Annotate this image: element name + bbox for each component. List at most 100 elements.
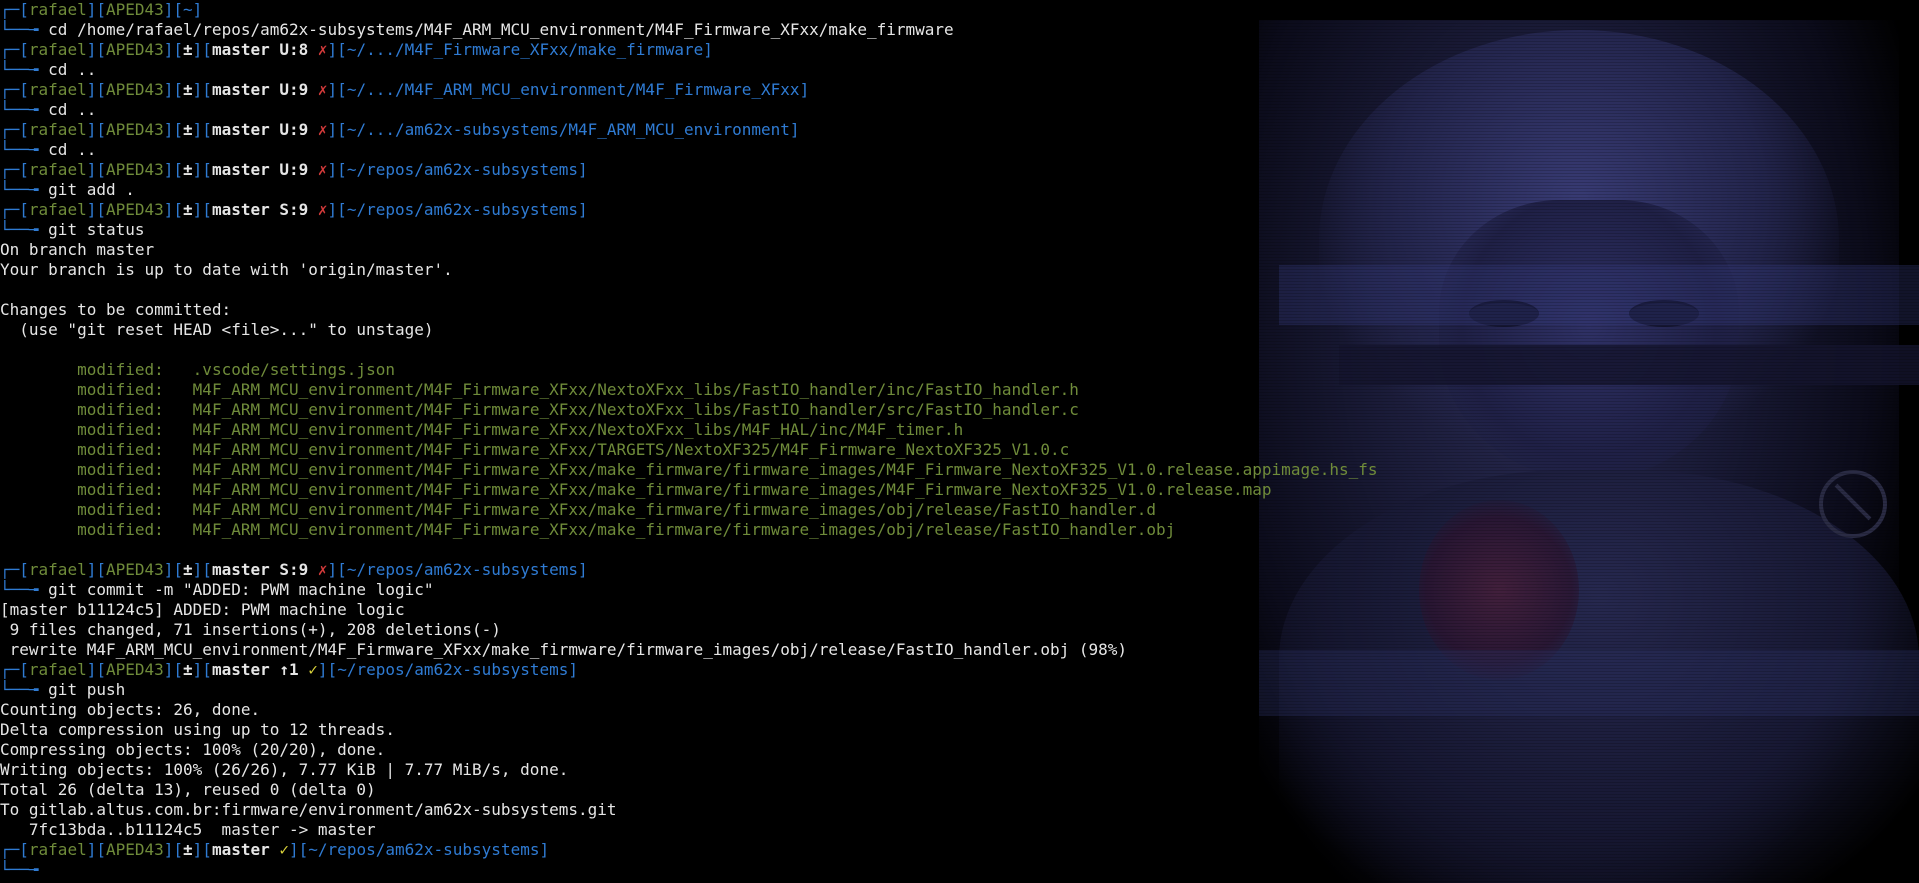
prompt-line: ┌─[rafael][APED43][±][master U:9 ✗][~/..…	[0, 120, 1919, 140]
bracket: [	[19, 560, 29, 579]
terminal-window[interactable]: ┌─[rafael][APED43][~] └──╼ cd /home/rafae…	[0, 0, 1919, 883]
prompt-host: APED43	[105, 200, 164, 219]
output-text: On branch master	[0, 240, 155, 259]
command-text: cd ..	[48, 100, 97, 119]
command-text: git push	[48, 680, 126, 699]
output-line: To gitlab.altus.com.br:firmware/environm…	[0, 800, 1919, 820]
prompt-vcs-indicator: ±	[183, 120, 193, 139]
prompt-corner: ┌─	[0, 840, 20, 859]
modified-label: modified:	[77, 520, 164, 539]
bracket: ][	[163, 80, 184, 99]
prompt-corner: ┌─	[0, 160, 20, 179]
bracket: ][	[327, 160, 347, 179]
prompt-arrow: └──╼	[0, 680, 49, 699]
prompt-line: ┌─[rafael][APED43][±][master S:9 ✗][~/re…	[0, 560, 1919, 580]
prompt-path: ~/repos/am62x-subsystems	[308, 840, 540, 859]
prompt-branch: master S:9	[211, 200, 309, 219]
bracket: ][	[192, 160, 212, 179]
output-line: [master b11124c5] ADDED: PWM machine log…	[0, 600, 1919, 620]
prompt-path: ~/repos/am62x-subsystems	[337, 660, 569, 679]
modified-label: modified:	[77, 400, 164, 419]
prompt-arrow: └──╼	[0, 180, 49, 199]
terminal-output[interactable]: ┌─[rafael][APED43][~] └──╼ cd /home/rafae…	[0, 0, 1919, 883]
output-text: Writing objects: 100% (26/26), 7.77 KiB …	[0, 760, 569, 779]
bracket: ][	[192, 200, 212, 219]
bracket: ][	[163, 200, 184, 219]
bracket: ][	[86, 80, 106, 99]
modified-file-line: modified: M4F_ARM_MCU_environment/M4F_Fi…	[0, 420, 1919, 440]
bracket: ]	[192, 0, 203, 19]
modified-file: M4F_ARM_MCU_environment/M4F_Firmware_XFx…	[192, 500, 1156, 519]
bracket: ][	[163, 160, 184, 179]
command-text: git add .	[48, 180, 135, 199]
prompt-path: ~/repos/am62x-subsystems	[346, 160, 578, 179]
modified-file-line: modified: M4F_ARM_MCU_environment/M4F_Fi…	[0, 380, 1919, 400]
prompt-user: rafael	[28, 660, 87, 679]
output-text: [master b11124c5] ADDED: PWM machine log…	[0, 600, 405, 619]
modified-file: M4F_ARM_MCU_environment/M4F_Firmware_XFx…	[192, 520, 1176, 539]
output-line: 9 files changed, 71 insertions(+), 208 d…	[0, 620, 1919, 640]
modified-file-line: modified: M4F_ARM_MCU_environment/M4F_Fi…	[0, 520, 1919, 540]
bracket: ][	[86, 40, 106, 59]
bracket: [	[19, 200, 29, 219]
prompt-branch: master U:9	[211, 120, 309, 139]
modified-file: M4F_ARM_MCU_environment/M4F_Firmware_XFx…	[192, 420, 964, 439]
command-line: └──╼ git commit -m "ADDED: PWM machine l…	[0, 580, 1919, 600]
prompt-arrow: └──╼	[0, 60, 49, 79]
bracket: [	[19, 840, 29, 859]
bracket: ][	[317, 660, 338, 679]
command-line: └──╼ git add .	[0, 180, 1919, 200]
output-line: Your branch is up to date with 'origin/m…	[0, 260, 1919, 280]
bracket: ][	[192, 120, 212, 139]
prompt-line: ┌─[rafael][APED43][±][master U:9 ✗][~/..…	[0, 80, 1919, 100]
output-line: Total 26 (delta 13), reused 0 (delta 0)	[0, 780, 1919, 800]
bracket: ]	[799, 80, 810, 99]
command-text: cd /home/rafael/repos/am62x-subsystems/M…	[48, 20, 954, 39]
prompt-arrow: └──╼	[0, 140, 49, 159]
output-line: rewrite M4F_ARM_MCU_environment/M4F_Firm…	[0, 640, 1919, 660]
cross-icon: ✗	[317, 80, 328, 99]
bracket: ][	[86, 0, 106, 19]
bracket: ]	[578, 560, 588, 579]
command-text: cd ..	[48, 60, 97, 79]
bracket: [	[19, 160, 29, 179]
bracket: ][	[163, 0, 184, 19]
prompt-vcs-indicator: ±	[183, 160, 193, 179]
prompt-path: ~/.../M4F_Firmware_XFxx/make_firmware	[346, 40, 704, 59]
cross-icon: ✗	[317, 160, 328, 179]
output-line: On branch master	[0, 240, 1919, 260]
output-text: Counting objects: 26, done.	[0, 700, 261, 719]
prompt-vcs-indicator: ±	[183, 560, 193, 579]
bracket: ][	[163, 840, 184, 859]
modified-label: modified:	[77, 360, 164, 379]
check-icon: ✓	[279, 840, 290, 859]
bracket: ][	[163, 40, 184, 59]
command-text: git commit -m "ADDED: PWM machine logic"	[48, 580, 434, 599]
bracket: ]	[539, 840, 550, 859]
modified-label: modified:	[77, 440, 164, 459]
prompt-corner: ┌─	[0, 120, 20, 139]
prompt-path: ~/repos/am62x-subsystems	[346, 200, 578, 219]
prompt-line: ┌─[rafael][APED43][±][master ✓][~/repos/…	[0, 840, 1919, 860]
output-line: Counting objects: 26, done.	[0, 700, 1919, 720]
bracket: ][	[327, 120, 347, 139]
bracket: ]	[568, 660, 579, 679]
bracket: ][	[327, 80, 347, 99]
prompt-host: APED43	[105, 40, 164, 59]
cross-icon: ✗	[317, 200, 328, 219]
prompt-line: ┌─[rafael][APED43][±][master S:9 ✗][~/re…	[0, 200, 1919, 220]
bracket: [	[19, 660, 29, 679]
bracket: ][	[163, 660, 184, 679]
output-line: (use "git reset HEAD <file>..." to unsta…	[0, 320, 1919, 340]
bracket: ]	[578, 200, 588, 219]
modified-file-line: modified: M4F_ARM_MCU_environment/M4F_Fi…	[0, 460, 1919, 480]
